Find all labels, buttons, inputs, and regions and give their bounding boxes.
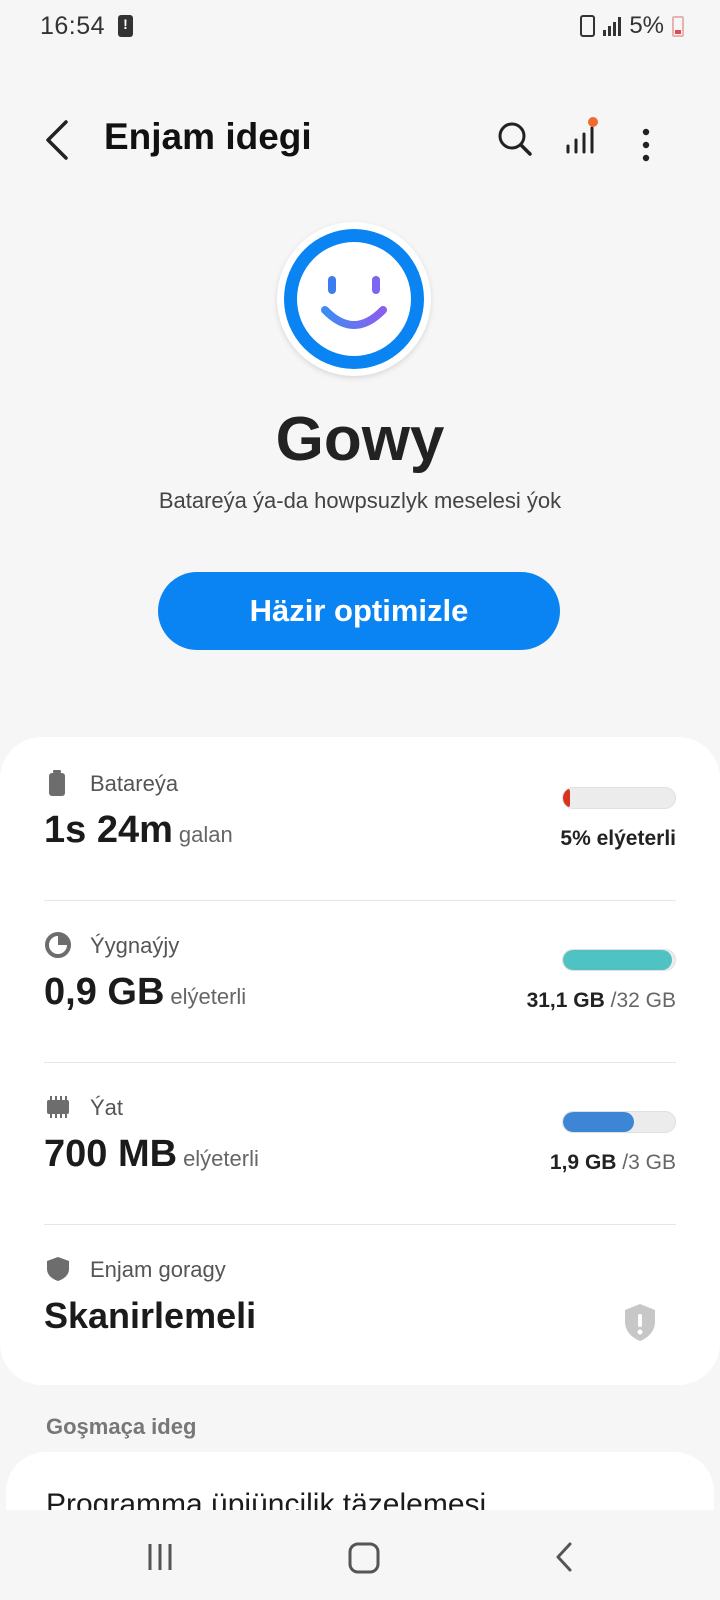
battery-bar-fill <box>563 788 570 808</box>
status-subtitle: Batareýa ýa-da howpsuzlyk meselesi ýok <box>158 488 562 513</box>
battery-available: 5% elýeterli <box>560 827 676 850</box>
divider <box>44 1062 676 1063</box>
battery-bar <box>562 787 676 809</box>
smiley-icon <box>277 222 431 376</box>
care-items-card: Batareýa 1s 24m galan 5% elýeterli Ýygnaý… <box>0 737 720 1385</box>
storage-bar <box>562 949 676 971</box>
storage-label: Ýygnaýjy <box>90 933 180 958</box>
memory-chip-icon <box>44 1093 72 1121</box>
storage-pie-icon <box>44 931 72 959</box>
status-time: 16:54 <box>40 12 106 40</box>
signal-icon <box>603 16 622 36</box>
divider <box>44 900 676 901</box>
security-label: Enjam goragy <box>90 1257 226 1282</box>
home-icon[interactable] <box>334 1528 394 1588</box>
storage-value: 0,9 GB elýeterli <box>44 971 247 1013</box>
battery-value: 1s 24m galan <box>44 809 233 851</box>
memory-bar <box>562 1111 676 1133</box>
battery-low-icon <box>672 15 684 37</box>
stats-icon[interactable] <box>560 110 620 170</box>
memory-value: 700 MB elýeterli <box>44 1133 259 1175</box>
recents-icon[interactable] <box>132 1528 192 1588</box>
page-title: Enjam idegi <box>104 116 312 157</box>
security-row[interactable]: Enjam goragy Skanirlemeli <box>44 1257 676 1367</box>
battery-icon <box>44 769 72 797</box>
memory-bar-fill <box>563 1112 634 1132</box>
battery-row[interactable]: Batareýa 1s 24m galan 5% elýeterli <box>44 769 676 891</box>
shield-icon <box>44 1255 72 1283</box>
battery-label: Batareýa <box>90 771 179 796</box>
recycle-icon <box>580 15 596 37</box>
back-icon[interactable] <box>536 1528 596 1588</box>
search-icon[interactable] <box>486 110 546 170</box>
status-bar: 16:54 5% <box>0 0 720 52</box>
more-vertical-icon[interactable] <box>630 110 690 170</box>
divider <box>44 1224 676 1225</box>
storage-usage: 31,1 GB /32 GB <box>526 989 676 1012</box>
memory-usage: 1,9 GB /3 GB <box>549 1151 676 1174</box>
navigation-bar <box>0 1510 720 1600</box>
shield-alert-icon <box>620 1301 660 1345</box>
battery-percent: 5% <box>629 12 664 39</box>
device-status: Gowy <box>275 405 445 474</box>
additional-care-header: Goşmaça ideg <box>46 1414 197 1439</box>
alert-icon <box>118 15 133 37</box>
memory-label: Ýat <box>90 1095 124 1120</box>
storage-row[interactable]: Ýygnaýjy 0,9 GB elýeterli 31,1 GB /32 GB <box>44 931 676 1053</box>
security-value: Skanirlemeli <box>44 1295 257 1336</box>
back-arrow-icon[interactable] <box>36 110 88 170</box>
memory-row[interactable]: Ýat 700 MB elýeterli 1,9 GB /3 GB <box>44 1095 676 1215</box>
notification-dot <box>588 117 598 127</box>
app-bar: Enjam idegi <box>0 100 720 180</box>
optimize-now-button[interactable]: Häzir optimizle <box>158 572 560 650</box>
storage-bar-fill <box>563 950 672 970</box>
status-right: 5% <box>580 12 684 40</box>
